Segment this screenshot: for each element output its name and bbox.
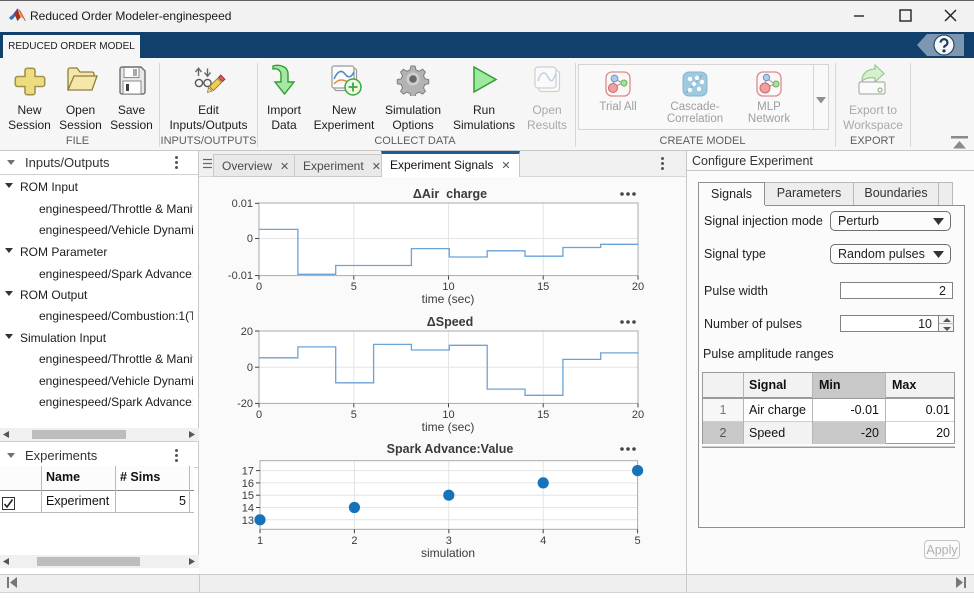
- svg-text:5: 5: [351, 281, 357, 293]
- svg-text:14: 14: [242, 503, 254, 515]
- svg-text:1: 1: [257, 535, 263, 547]
- svg-text:20: 20: [632, 281, 644, 293]
- svg-text:15: 15: [537, 409, 549, 421]
- svg-text:15: 15: [242, 490, 254, 502]
- svg-text:0.01: 0.01: [232, 198, 253, 210]
- svg-text:17: 17: [242, 466, 254, 478]
- svg-text:0: 0: [247, 362, 253, 374]
- svg-text:-0.01: -0.01: [228, 270, 253, 282]
- svg-text:0: 0: [256, 409, 262, 421]
- svg-text:20: 20: [632, 409, 644, 421]
- svg-text:simulation: simulation: [421, 546, 475, 560]
- svg-text:ΔSpeed: ΔSpeed: [427, 315, 474, 329]
- svg-text:13: 13: [242, 515, 254, 527]
- svg-text:20: 20: [241, 326, 253, 338]
- svg-text:5: 5: [351, 409, 357, 421]
- svg-text:2: 2: [351, 535, 357, 547]
- svg-text:5: 5: [635, 535, 641, 547]
- svg-text:Spark Advance:Value: Spark Advance:Value: [387, 442, 514, 456]
- svg-text:ΔAir charge: ΔAir charge: [413, 187, 487, 201]
- svg-text:time (sec): time (sec): [422, 420, 475, 434]
- svg-text:15: 15: [537, 281, 549, 293]
- svg-text:0: 0: [247, 233, 253, 245]
- svg-text:time (sec): time (sec): [422, 292, 475, 306]
- svg-text:16: 16: [242, 478, 254, 490]
- svg-text:-20: -20: [237, 398, 253, 410]
- svg-text:4: 4: [540, 535, 546, 547]
- svg-text:0: 0: [256, 281, 262, 293]
